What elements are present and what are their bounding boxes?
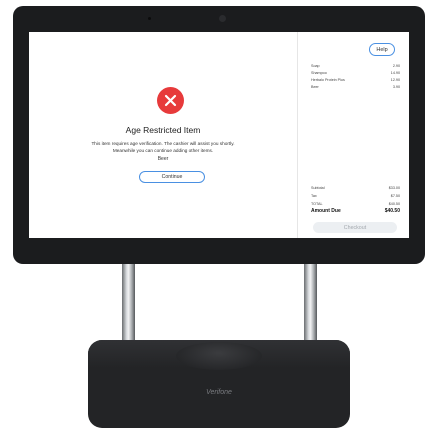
close-circle-icon (157, 87, 184, 114)
checkout-button[interactable]: Checkout (313, 222, 397, 233)
base-dome (176, 342, 262, 370)
sensor-dot (148, 17, 151, 20)
restricted-item-name: Beer (157, 156, 169, 162)
kiosk-screen: Age Restricted Item This item requires a… (29, 32, 409, 238)
alert-title: Age Restricted Item (125, 125, 201, 135)
alert-panel: Age Restricted Item This item requires a… (29, 32, 297, 238)
x-icon (164, 94, 177, 107)
brand-logo: Verifone (206, 389, 232, 396)
help-button[interactable]: Help (369, 43, 395, 56)
continue-button[interactable]: Continue (139, 171, 205, 183)
alert-message-line1: This item requires age verification. The… (91, 141, 235, 146)
camera-lens (219, 15, 226, 22)
alert-message-line2: Meanwhile you can continue adding other … (112, 148, 214, 153)
